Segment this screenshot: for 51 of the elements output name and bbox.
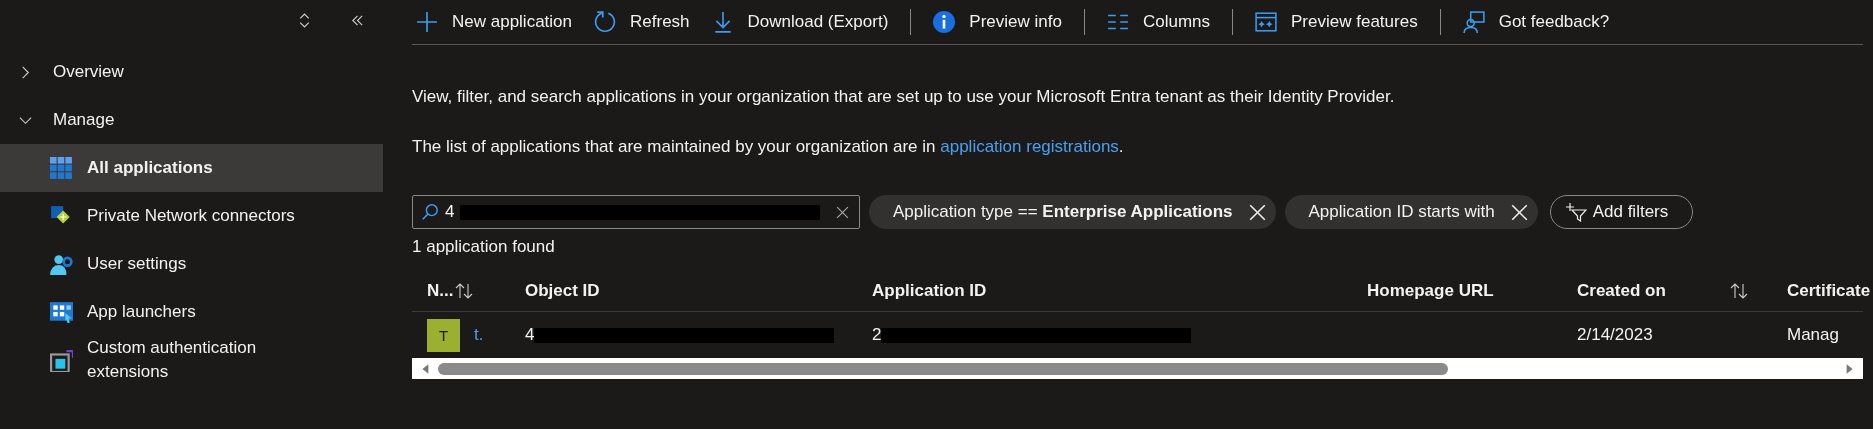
nav-item[interactable]: All applications	[0, 144, 383, 192]
nav-group[interactable]: Overview	[53, 62, 124, 82]
toolbar-button[interactable]: New application	[416, 11, 572, 33]
toolbar-button[interactable]: Refresh	[594, 11, 690, 33]
table-cell: 2/14/2023	[1577, 325, 1653, 345]
app-launcher-icon	[50, 300, 73, 324]
toolbar-button[interactable]: Preview features	[1255, 11, 1418, 33]
nav-item[interactable]: App launchers	[0, 288, 383, 336]
filter-chip[interactable]: Application type == Enterprise Applications	[869, 195, 1276, 229]
toolbar-button[interactable]: Columns	[1106, 11, 1211, 33]
toolbar-button[interactable]: Got feedback?	[1462, 11, 1610, 33]
nav-item[interactable]: User settings	[0, 240, 383, 288]
nav-item[interactable]: Custom authentication extensions	[0, 336, 383, 384]
extension-icon	[50, 348, 73, 372]
registrations-link[interactable]: application registrations	[940, 137, 1119, 156]
column-header[interactable]: Application ID	[872, 281, 987, 301]
remove-icon[interactable]	[1510, 203, 1528, 221]
horizontal-scrollbar[interactable]	[412, 358, 1863, 379]
table-cell: 2	[872, 325, 882, 345]
nav-item[interactable]: Private Network connectors	[0, 192, 383, 240]
remove-icon[interactable]	[1248, 203, 1266, 221]
feedback-icon	[1462, 11, 1485, 33]
search-icon	[421, 203, 439, 221]
column-header[interactable]: Certificate	[1787, 281, 1871, 301]
refresh-icon	[594, 11, 616, 33]
column-header[interactable]: Object ID	[525, 281, 600, 301]
toolbar-button[interactable]: Download (Export)	[711, 11, 889, 33]
description-text: View, filter, and search applications in your organization that are set up to use your Microsoft Entra tenant as their Identity Provider.	[412, 86, 1396, 108]
app-name-link[interactable]: t.	[474, 325, 484, 345]
column-header[interactable]: N...	[427, 281, 474, 301]
user-settings-icon	[50, 252, 73, 276]
sort-icon	[1730, 283, 1748, 299]
info-icon	[933, 11, 956, 33]
clear-icon	[836, 205, 849, 219]
table-cell: Manag	[1787, 325, 1839, 345]
table-cell: 4	[525, 325, 535, 345]
nav-group[interactable]: Manage	[53, 110, 115, 130]
registrations-note: The list of applications that are maintained by your organization are in application registrations.	[412, 136, 1125, 158]
column-header[interactable]: Created on	[1577, 281, 1748, 301]
search-field[interactable]: 4	[412, 195, 860, 229]
sort-icon	[455, 283, 474, 299]
plus-icon	[416, 11, 438, 33]
sort-toggle-icon[interactable]	[297, 12, 312, 29]
grid-icon	[50, 156, 73, 180]
result-count: 1 application found	[412, 236, 556, 258]
filter-add-icon	[1564, 202, 1587, 222]
preview-features-icon	[1255, 11, 1278, 33]
app-avatar: T	[427, 318, 460, 352]
toolbar-button[interactable]: Preview info	[933, 11, 1062, 33]
filter-chip[interactable]: Application ID starts with	[1284, 195, 1538, 229]
column-header[interactable]: Homepage URL	[1367, 281, 1494, 301]
